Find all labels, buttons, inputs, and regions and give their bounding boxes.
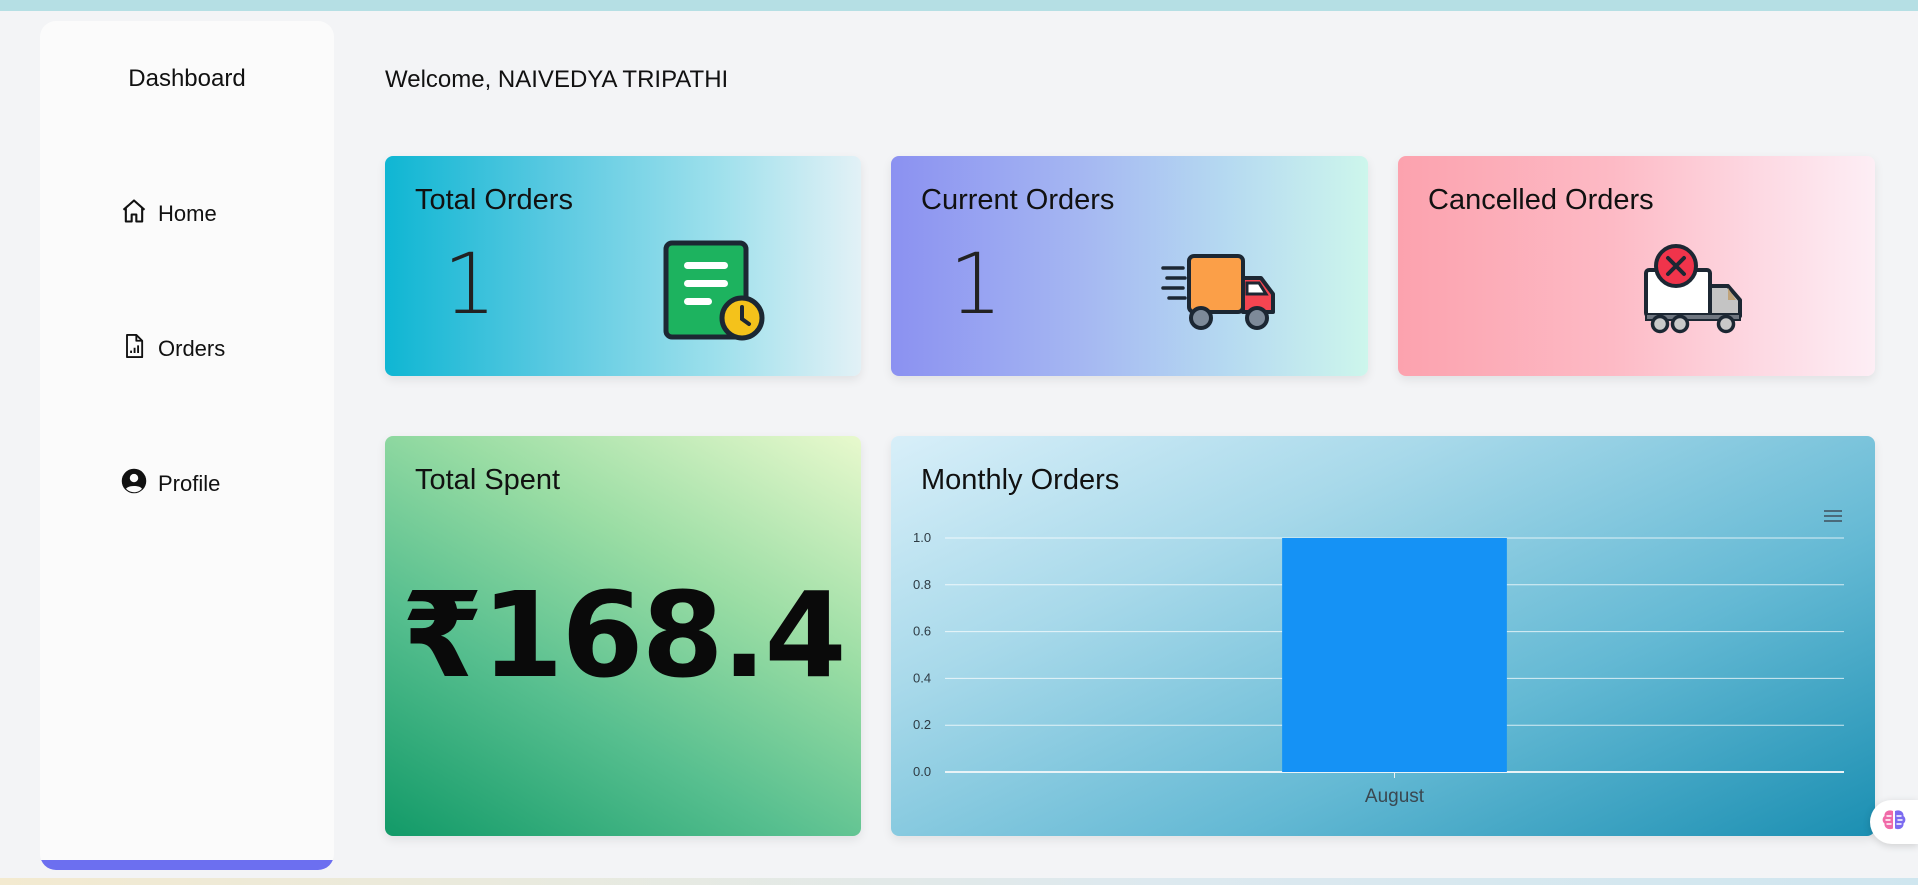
total-spent-value: ₹168.4 bbox=[401, 566, 846, 704]
sidebar-accent-bar bbox=[40, 860, 334, 870]
cancelled-truck-icon bbox=[1640, 244, 1748, 341]
sidebar-item-home[interactable]: Home bbox=[120, 197, 217, 231]
top-strip bbox=[0, 0, 1918, 11]
total-orders-count: 1 bbox=[443, 235, 497, 333]
sidebar-item-label: Home bbox=[158, 201, 217, 226]
current-orders-count: 1 bbox=[949, 235, 1003, 333]
current-orders-card[interactable]: Current Orders 1 bbox=[891, 156, 1368, 376]
bottom-strip bbox=[0, 878, 1918, 885]
card-title: Total Orders bbox=[415, 184, 573, 216]
y-tick-label: 0.2 bbox=[913, 717, 931, 732]
cancelled-orders-card[interactable]: Cancelled Orders bbox=[1398, 156, 1875, 376]
bar bbox=[1282, 538, 1507, 772]
order-document-clock-icon bbox=[662, 240, 768, 347]
sidebar-brand[interactable]: Dashboard bbox=[40, 65, 334, 93]
document-chart-icon bbox=[120, 332, 148, 366]
user-circle-icon bbox=[120, 467, 148, 501]
sidebar-item-orders[interactable]: Orders bbox=[120, 332, 225, 366]
sidebar-item-label: Orders bbox=[158, 336, 226, 361]
total-spent-card[interactable]: Total Spent ₹168.4 bbox=[385, 436, 861, 836]
assistant-brain-button[interactable] bbox=[1870, 800, 1918, 844]
brain-icon bbox=[1881, 808, 1907, 837]
sidebar-item-profile[interactable]: Profile bbox=[120, 467, 220, 501]
y-tick-label: 0.4 bbox=[913, 670, 931, 685]
delivery-truck-icon bbox=[1161, 248, 1277, 339]
y-tick-label: 1.0 bbox=[913, 530, 931, 545]
sidebar-item-label: Profile bbox=[158, 471, 221, 496]
card-title: Cancelled Orders bbox=[1428, 184, 1654, 216]
sidebar: Dashboard Home Orders Profile bbox=[40, 21, 334, 870]
monthly-orders-card: Monthly Orders 0.0 0.2 0.4 0.6 0.8 1.0 August bbox=[891, 436, 1875, 836]
card-title: Total Spent bbox=[415, 464, 561, 496]
x-tick-label: August bbox=[1365, 786, 1425, 807]
y-tick-label: 0.0 bbox=[913, 764, 931, 779]
card-title: Current Orders bbox=[921, 184, 1115, 216]
total-orders-card[interactable]: Total Orders 1 bbox=[385, 156, 861, 376]
y-tick-label: 0.6 bbox=[913, 624, 931, 639]
home-icon bbox=[120, 197, 148, 231]
monthly-orders-chart: 0.0 0.2 0.4 0.6 0.8 1.0 August bbox=[913, 530, 1844, 807]
welcome-message: Welcome, NAIVEDYA TRIPATHI bbox=[385, 66, 729, 93]
y-tick-label: 0.8 bbox=[913, 577, 931, 592]
